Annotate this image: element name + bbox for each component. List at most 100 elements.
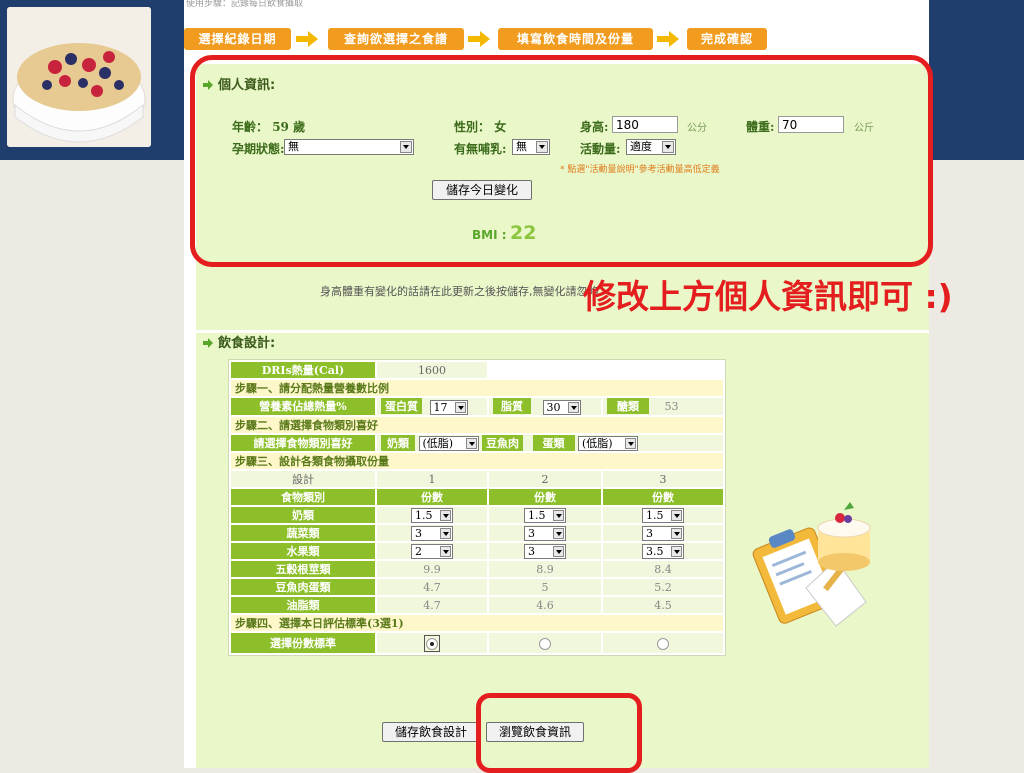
chevron-down-icon (465, 438, 477, 449)
portion-cell: 3 (603, 525, 723, 541)
portion-select[interactable]: 3 (642, 525, 684, 541)
ratio-label: 營養素佔總熱量% (231, 398, 375, 415)
chevron-down-icon (671, 509, 682, 521)
food-row: 油脂類 4.7 4.6 4.5 (231, 597, 723, 613)
standard-radio-cell (603, 633, 723, 653)
chevron-down-icon (567, 401, 579, 413)
step1-heading: 步驟一、請分配熱量營養數比例 (231, 380, 723, 396)
chevron-down-icon (440, 509, 451, 521)
step2-heading: 步驟二、請選擇食物類別喜好 (231, 416, 723, 433)
portion-header-2: 份數 (489, 489, 601, 505)
milk-pref-value: (低脂) (422, 437, 454, 450)
callout-caption: 修改上方個人資訊即可 :) (583, 277, 953, 316)
standard-radio-3[interactable] (657, 637, 669, 650)
portion-value: 8.4 (603, 561, 723, 577)
milk-label: 奶類 (381, 434, 415, 451)
standard-radio-1[interactable] (426, 637, 438, 650)
egg-label: 蛋類 (532, 434, 575, 451)
food-category-name: 豆魚肉蛋類 (231, 579, 375, 595)
bowl-illustration (7, 7, 151, 147)
design-col-2: 2 (489, 471, 601, 487)
design-col-1: 1 (377, 471, 487, 487)
portion-value: 3.5 (646, 544, 664, 558)
pref-label: 請選擇食物類別喜好 (231, 434, 375, 451)
pref-cell: 奶類 (低脂) 豆魚肉 蛋類 (低脂) (377, 434, 723, 451)
food-category-name: 五穀根莖類 (231, 561, 375, 577)
chevron-down-icon (553, 545, 564, 557)
clipboard-cake-icon (752, 502, 871, 627)
portion-value: 4.5 (603, 597, 723, 613)
food-row: 蔬菜類 3 3 3 (231, 525, 723, 541)
food-rows: 奶類 1.5 1.5 1.5 蔬菜類 3 3 3 水果類 2 3 3.5 五穀根莖類 9.9 8.9 8.4 豆… (231, 507, 723, 613)
meat-label: 豆魚肉 (482, 434, 523, 451)
portion-cell: 1.5 (603, 507, 723, 523)
portion-value: 1.5 (528, 508, 546, 522)
egg-pref-select[interactable]: (低脂) (578, 436, 638, 451)
food-row: 水果類 2 3 3.5 (231, 543, 723, 559)
food-category-name: 奶類 (231, 507, 375, 523)
portion-cell: 1.5 (377, 507, 487, 523)
portion-value: 3 (646, 526, 653, 540)
portion-cell: 3.5 (603, 543, 723, 559)
diet-design-title-text: 飲食設計: (218, 336, 276, 351)
portion-select[interactable]: 1.5 (642, 507, 684, 523)
milk-pref-select[interactable]: (低脂) (418, 436, 479, 451)
protein-label: 蛋白質 (381, 398, 422, 414)
portion-select[interactable]: 3 (524, 525, 566, 541)
portion-select[interactable]: 1.5 (411, 507, 453, 523)
food-category-name: 蔬菜類 (231, 525, 375, 541)
save-design-button[interactable]: 儲存飲食設計 (382, 722, 480, 742)
portion-value: 3 (528, 544, 535, 558)
fat-select[interactable]: 30 (542, 399, 581, 415)
chevron-down-icon (553, 509, 564, 521)
food-category-name: 水果類 (231, 543, 375, 559)
portion-value: 2 (415, 544, 422, 558)
green-arrow-icon (203, 338, 213, 348)
portion-value: 1.5 (646, 508, 664, 522)
chevron-down-icon (671, 527, 682, 539)
fat-label: 脂質 (493, 398, 531, 414)
food-row: 豆魚肉蛋類 4.7 5 5.2 (231, 579, 723, 595)
choose-standard-label: 選擇份數標準 (231, 633, 375, 653)
portion-select[interactable]: 1.5 (524, 507, 566, 523)
step3-heading: 步驟三、設計各類食物攝取份量 (231, 453, 723, 469)
standard-radio-2[interactable] (539, 637, 551, 650)
portion-value: 4.7 (377, 597, 487, 613)
fat-cell: 脂質 30 (489, 398, 601, 415)
portion-value: 3 (528, 526, 535, 540)
portion-value: 5.2 (603, 579, 723, 595)
portion-select[interactable]: 2 (411, 543, 453, 559)
portion-value: 5 (489, 579, 601, 595)
step-query-recipe[interactable]: 查詢欲選擇之食譜 (328, 28, 464, 50)
step-complete[interactable]: 完成確認 (687, 28, 767, 50)
browse-button-highlight (476, 693, 642, 773)
protein-cell: 蛋白質 17 (377, 398, 487, 415)
portion-cell: 1.5 (489, 507, 601, 523)
standard-radio-row: 選擇份數標準 (231, 633, 723, 653)
egg-pref-value: (低脂) (582, 437, 613, 450)
portion-cell: 3 (489, 525, 601, 541)
chevron-down-icon (671, 545, 682, 557)
chevron-down-icon (553, 527, 564, 539)
portion-select[interactable]: 3 (411, 525, 453, 541)
carb-value: 53 (664, 400, 679, 414)
step-select-date[interactable]: 選擇紀錄日期 (184, 28, 291, 50)
protein-select[interactable]: 17 (429, 399, 468, 415)
breadcrumb: 使用步驟：記錄每日飲食攝取 (186, 0, 304, 8)
chevron-down-icon (625, 438, 636, 449)
portion-select[interactable]: 3 (524, 543, 566, 559)
chevron-down-icon (454, 401, 466, 413)
portion-select[interactable]: 3.5 (642, 543, 684, 559)
portion-cell: 2 (377, 543, 487, 559)
standard-radio-cell (489, 633, 601, 653)
step4-heading: 步驟四、選擇本日評估標準(3選1) (231, 615, 723, 631)
step-fill-portion[interactable]: 填寫飲食時間及份量 (498, 28, 653, 50)
portion-value: 4.7 (377, 579, 487, 595)
dris-label: DRIs熱量(Cal) (231, 362, 375, 378)
portion-value: 3 (415, 526, 422, 540)
portion-header-3: 份數 (603, 489, 723, 505)
portion-value: 4.6 (489, 597, 601, 613)
fat-value: 30 (546, 400, 561, 414)
protein-value: 17 (433, 400, 448, 414)
update-note: 身高體重有變化的話請在此更新之後按儲存,無變化請忽略 (320, 285, 599, 298)
